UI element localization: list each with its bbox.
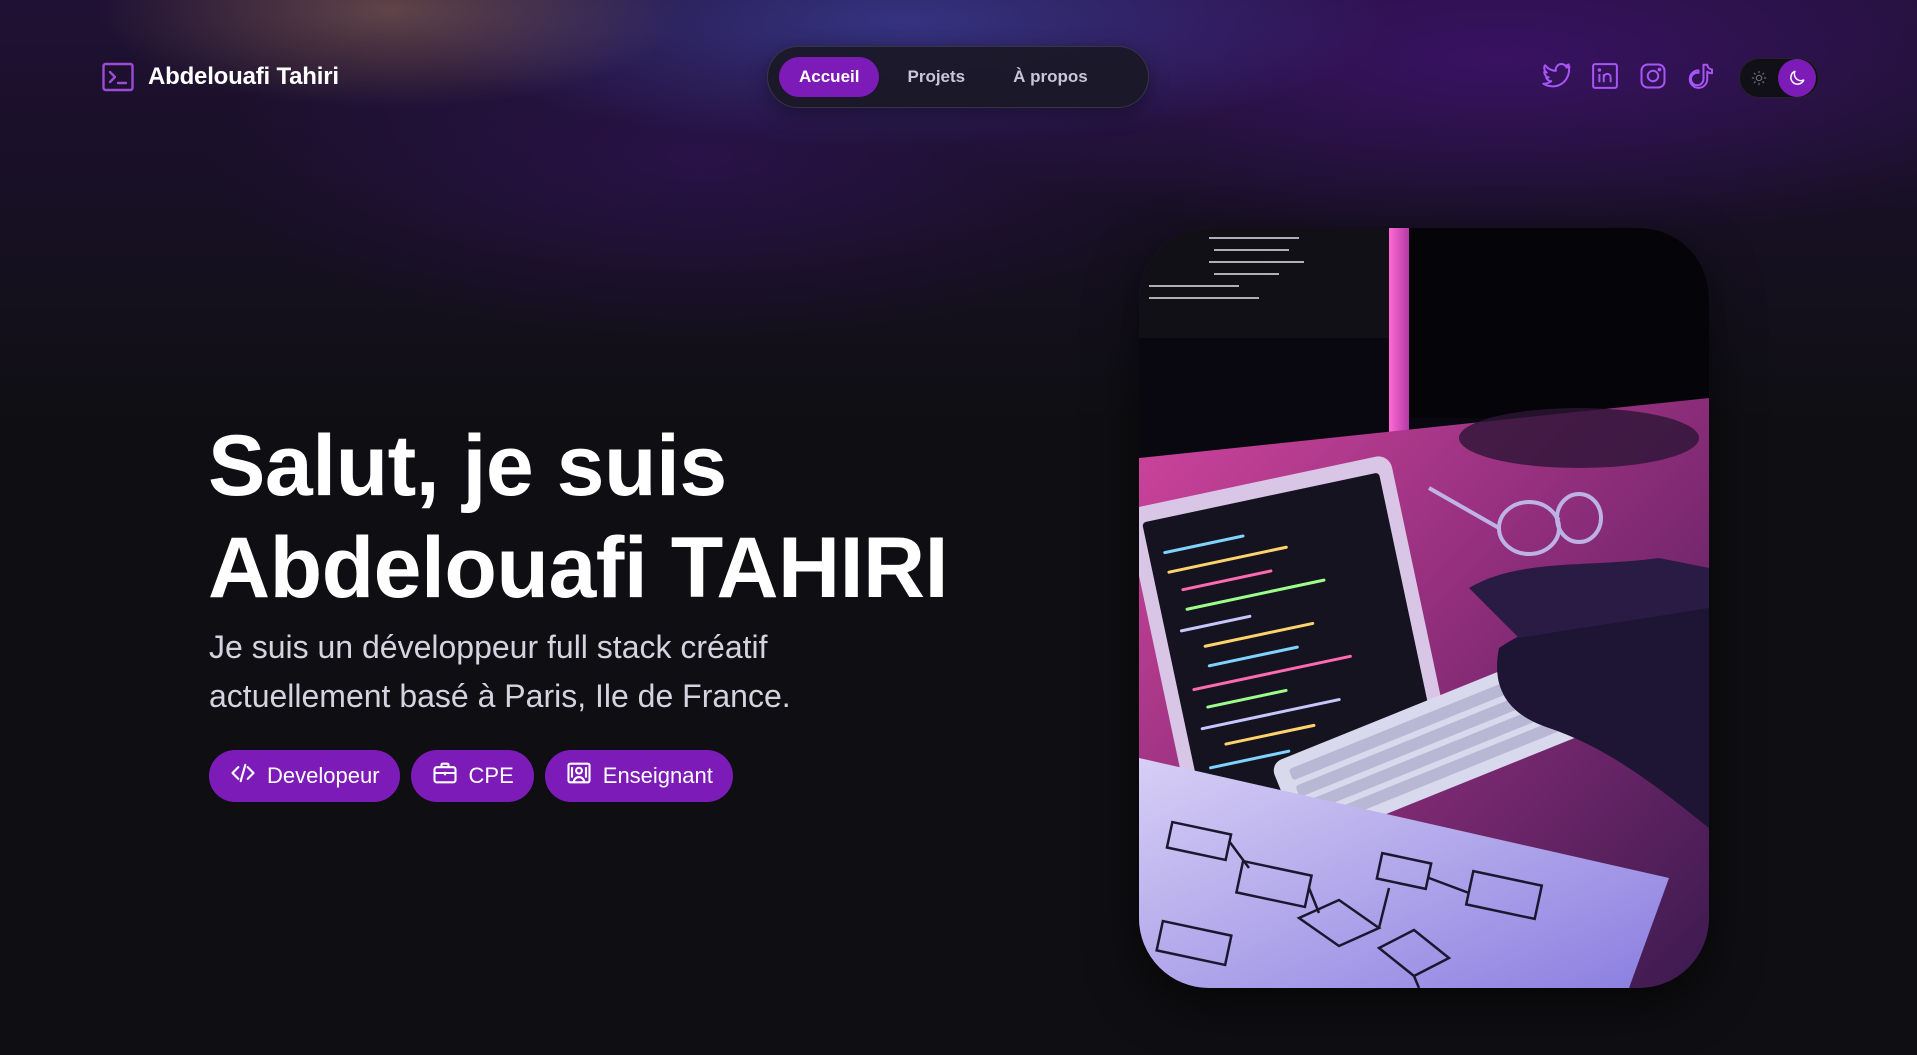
presentation-icon: [565, 759, 593, 793]
instagram-link[interactable]: [1637, 62, 1669, 94]
developer-workspace-photo: [1139, 228, 1709, 988]
hero-title-line2: Abdelouafi TAHIRI: [208, 520, 948, 616]
nav-item-projets[interactable]: Projets: [887, 57, 985, 97]
site-header: Abdelouafi Tahiri Accueil Projets À prop…: [0, 0, 1917, 155]
theme-toggle[interactable]: [1739, 58, 1819, 98]
tag-developeur: Developeur: [209, 750, 400, 802]
hero-subtitle-line1: Je suis un développeur full stack créati…: [209, 629, 768, 665]
twitter-link[interactable]: [1541, 62, 1573, 94]
brand-name: Abdelouafi Tahiri: [148, 63, 339, 90]
code-icon: [229, 759, 257, 793]
tiktok-link[interactable]: [1685, 62, 1717, 94]
hero-subtitle-line2: actuellement basé à Paris, Ile de France…: [209, 678, 791, 714]
linkedin-icon: [1590, 61, 1620, 96]
hero-subtitle: Je suis un développeur full stack créati…: [209, 623, 929, 721]
role-tags: Developeur CPE Enseignant: [209, 750, 733, 802]
tag-enseignant: Enseignant: [544, 750, 733, 802]
tag-label: CPE: [468, 763, 514, 788]
sun-icon[interactable]: [1748, 67, 1770, 89]
twitter-icon: [1542, 61, 1572, 96]
linkedin-link[interactable]: [1589, 62, 1621, 94]
nav-item-accueil[interactable]: Accueil: [779, 57, 880, 97]
moon-icon[interactable]: [1778, 59, 1816, 97]
briefcase-icon: [431, 759, 459, 793]
tag-label: Developeur: [267, 763, 380, 788]
terminal-icon: [102, 62, 134, 92]
social-links: [1541, 62, 1717, 94]
nav-item-a-propos[interactable]: À propos: [993, 57, 1108, 97]
tag-label: Enseignant: [602, 763, 713, 788]
tag-cpe: CPE: [410, 750, 534, 802]
hero-title: Salut, je suis Abdelouafi TAHIRI: [208, 415, 1028, 619]
main-nav: Accueil Projets À propos: [767, 46, 1149, 108]
brand-link[interactable]: Abdelouafi Tahiri: [102, 62, 339, 92]
hero-title-line1: Salut, je suis: [208, 418, 727, 514]
tiktok-icon: [1686, 61, 1716, 96]
instagram-icon: [1638, 61, 1668, 96]
